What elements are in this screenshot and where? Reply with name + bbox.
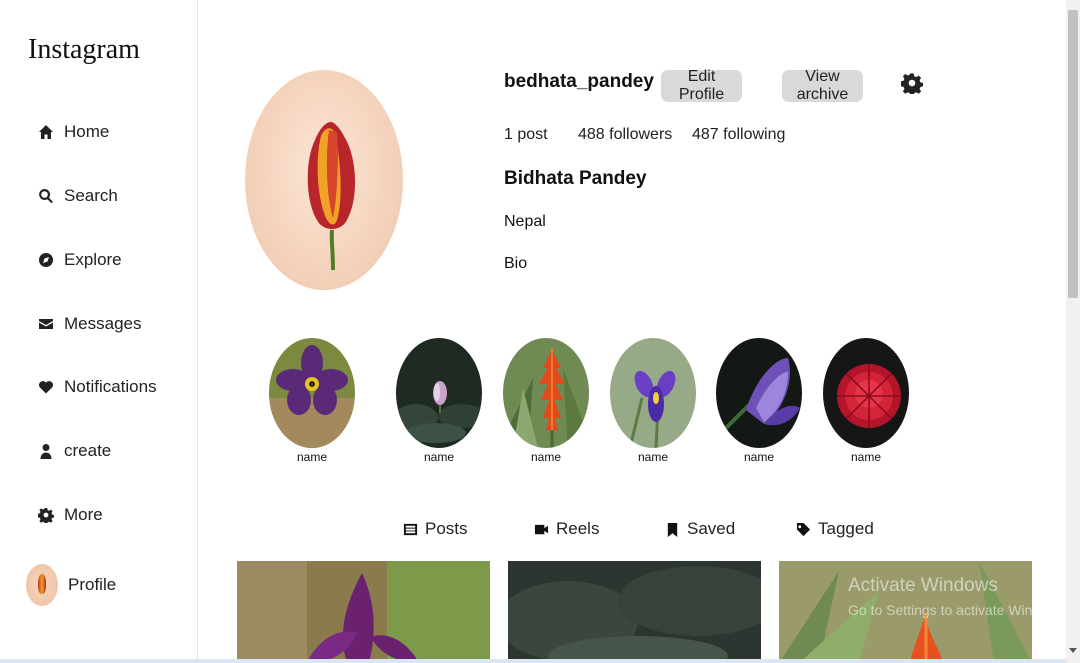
home-icon bbox=[38, 124, 54, 140]
tab-saved[interactable]: Saved bbox=[665, 519, 735, 539]
profile-picture[interactable] bbox=[245, 70, 403, 290]
scroll-down-arrow-icon[interactable] bbox=[1069, 648, 1077, 653]
bottom-edge bbox=[0, 659, 1066, 663]
sidebar-item-label: Search bbox=[64, 186, 118, 205]
profile-bio: Bio bbox=[504, 255, 528, 272]
highlight-item[interactable]: name bbox=[502, 338, 590, 464]
highlight-item[interactable]: name bbox=[609, 338, 697, 464]
sidebar-item-explore[interactable]: Explore bbox=[38, 245, 122, 275]
profile-username: bedhata_pandey bbox=[504, 71, 654, 92]
profile-location: Nepal bbox=[504, 213, 546, 230]
highlight-label: name bbox=[850, 450, 882, 464]
highlight-label: name bbox=[743, 450, 775, 464]
settings-gear-icon[interactable] bbox=[900, 72, 924, 96]
sidebar-item-label: Messages bbox=[64, 314, 142, 333]
highlight-label: name bbox=[296, 450, 328, 464]
highlight-item[interactable]: name bbox=[395, 338, 483, 464]
highlight-image bbox=[716, 338, 802, 448]
profile-avatar-small bbox=[26, 564, 58, 606]
tab-tagged[interactable]: Tagged bbox=[796, 519, 874, 539]
sidebar-item-label: More bbox=[64, 505, 103, 524]
sidebar-item-more[interactable]: More bbox=[38, 500, 103, 530]
tab-reels[interactable]: Reels bbox=[534, 519, 599, 539]
tab-label: Reels bbox=[556, 519, 600, 538]
highlight-label: name bbox=[530, 450, 562, 464]
tab-label: Tagged bbox=[818, 519, 874, 538]
user-icon bbox=[38, 443, 54, 459]
highlight-image bbox=[269, 338, 355, 448]
envelope-icon bbox=[38, 316, 54, 332]
post-thumbnail[interactable] bbox=[508, 561, 761, 663]
activate-windows-watermark-subtitle: Go to Settings to activate Windows. bbox=[848, 602, 1069, 618]
highlight-item[interactable]: name bbox=[268, 338, 356, 464]
activate-windows-watermark-title: Activate Windows bbox=[848, 575, 998, 596]
sidebar-item-home[interactable]: Home bbox=[38, 117, 109, 147]
edit-profile-button[interactable]: Edit Profile bbox=[661, 68, 742, 103]
heart-icon bbox=[38, 379, 54, 395]
sidebar-item-create[interactable]: create bbox=[38, 436, 111, 466]
view-archive-button[interactable]: View archive bbox=[782, 68, 863, 103]
highlight-image bbox=[503, 338, 589, 448]
compass-icon bbox=[38, 252, 54, 268]
tab-label: Posts bbox=[425, 519, 468, 538]
following-count[interactable]: 487 following bbox=[692, 126, 785, 144]
highlight-label: name bbox=[423, 450, 455, 464]
tab-posts[interactable]: Posts bbox=[403, 519, 468, 539]
sidebar-item-label: Profile bbox=[68, 575, 117, 594]
sidebar-item-label: create bbox=[64, 441, 112, 460]
sidebar-item-label: Notifications bbox=[64, 377, 157, 396]
followers-count[interactable]: 488 followers bbox=[578, 126, 672, 144]
bookmark-icon bbox=[667, 522, 678, 537]
posts-count[interactable]: 1 post bbox=[504, 126, 548, 144]
video-icon bbox=[534, 524, 549, 534]
sidebar-item-profile[interactable]: Profile bbox=[26, 563, 116, 607]
sidebar-item-label: Home bbox=[64, 122, 110, 141]
highlight-image bbox=[823, 338, 909, 448]
sidebar-item-messages[interactable]: Messages bbox=[38, 309, 141, 339]
tag-icon bbox=[796, 522, 811, 536]
instagram-logo[interactable]: Instagram bbox=[28, 34, 140, 66]
gear-icon bbox=[38, 507, 54, 523]
sidebar-item-label: Explore bbox=[64, 250, 122, 269]
highlight-image bbox=[396, 338, 482, 448]
highlight-item[interactable]: name bbox=[715, 338, 803, 464]
grid-icon bbox=[403, 523, 418, 535]
sidebar-item-search[interactable]: Search bbox=[38, 181, 118, 211]
highlight-image bbox=[610, 338, 696, 448]
search-icon bbox=[38, 188, 54, 204]
highlight-item[interactable]: name bbox=[822, 338, 910, 464]
sidebar: Instagram Home Search Explore Messages N… bbox=[0, 0, 198, 663]
scrollbar-thumb[interactable] bbox=[1068, 10, 1078, 298]
highlight-label: name bbox=[637, 450, 669, 464]
sidebar-item-notifications[interactable]: Notifications bbox=[38, 372, 157, 402]
post-thumbnail[interactable] bbox=[237, 561, 490, 663]
tab-label: Saved bbox=[687, 519, 736, 538]
profile-full-name: Bidhata Pandey bbox=[504, 168, 647, 189]
